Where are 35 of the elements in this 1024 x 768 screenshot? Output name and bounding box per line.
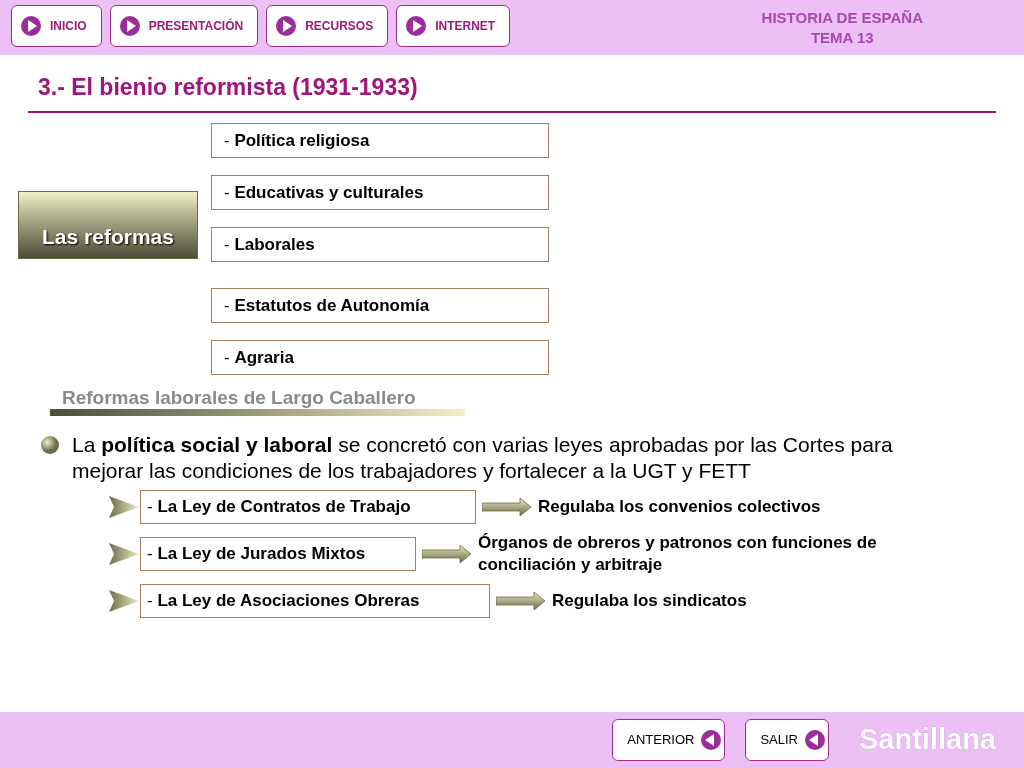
law-box: - La Ley de Asociaciones Obreras: [140, 584, 490, 618]
nav-button[interactable]: PRESENTACIÓN: [109, 5, 259, 47]
triangle-pointer-icon: [108, 589, 140, 613]
law-description: Órganos de obreros y patronos con funciones de conciliación y arbitraje: [478, 532, 878, 576]
section-heading: Reformas laborales de Largo Caballero: [61, 387, 417, 409]
law-box: - La Ley de Contratos de Trabajo: [140, 490, 476, 524]
double-arrow-icon: [482, 497, 532, 517]
reform-box: - Educativas y culturales: [211, 175, 549, 210]
play-icon: [275, 15, 298, 37]
play-icon: [20, 15, 42, 37]
reform-box: - Agraria: [211, 340, 549, 375]
double-arrow-icon: [422, 544, 472, 564]
brand-logo: Santillana: [859, 722, 996, 758]
reform-box: - Política religiosa: [211, 123, 549, 158]
paragraph: La política social y laboral se concretó con varias leyes aprobadas por las Cortes para mejorar las condiciones de los trabajadores y fortalecer a la UGT y FETT: [72, 432, 894, 484]
triangle-pointer-icon: [108, 542, 140, 566]
triangle-pointer-icon: [108, 495, 140, 519]
footer-button[interactable]: SALIR: [745, 719, 829, 761]
reform-box: - Laborales: [211, 227, 549, 262]
reform-box: - Estatutos de Autonomía: [211, 288, 549, 323]
play-icon: [118, 15, 141, 37]
double-arrow-icon: [496, 591, 546, 611]
subject-title: HISTORIA DE ESPAÑA: [761, 8, 923, 28]
bullet-icon: [40, 435, 60, 455]
nav-button[interactable]: INICIO: [11, 5, 102, 47]
nav-button[interactable]: INTERNET: [396, 5, 511, 47]
nav-button[interactable]: RECURSOS: [266, 5, 389, 47]
law-description: Regulaba los convenios colectivos: [538, 496, 821, 518]
law-box: - La Ley de Jurados Mixtos: [140, 537, 416, 571]
play-icon: [405, 15, 428, 37]
reforms-label: Las reformas: [18, 191, 198, 259]
law-description: Regulaba los sindicatos: [552, 590, 747, 612]
unit-title: TEMA 13: [810, 28, 874, 48]
footer-button[interactable]: ANTERIOR: [612, 719, 726, 761]
slide-title: 3.- El bienio reformista (1931-1933): [38, 73, 419, 101]
